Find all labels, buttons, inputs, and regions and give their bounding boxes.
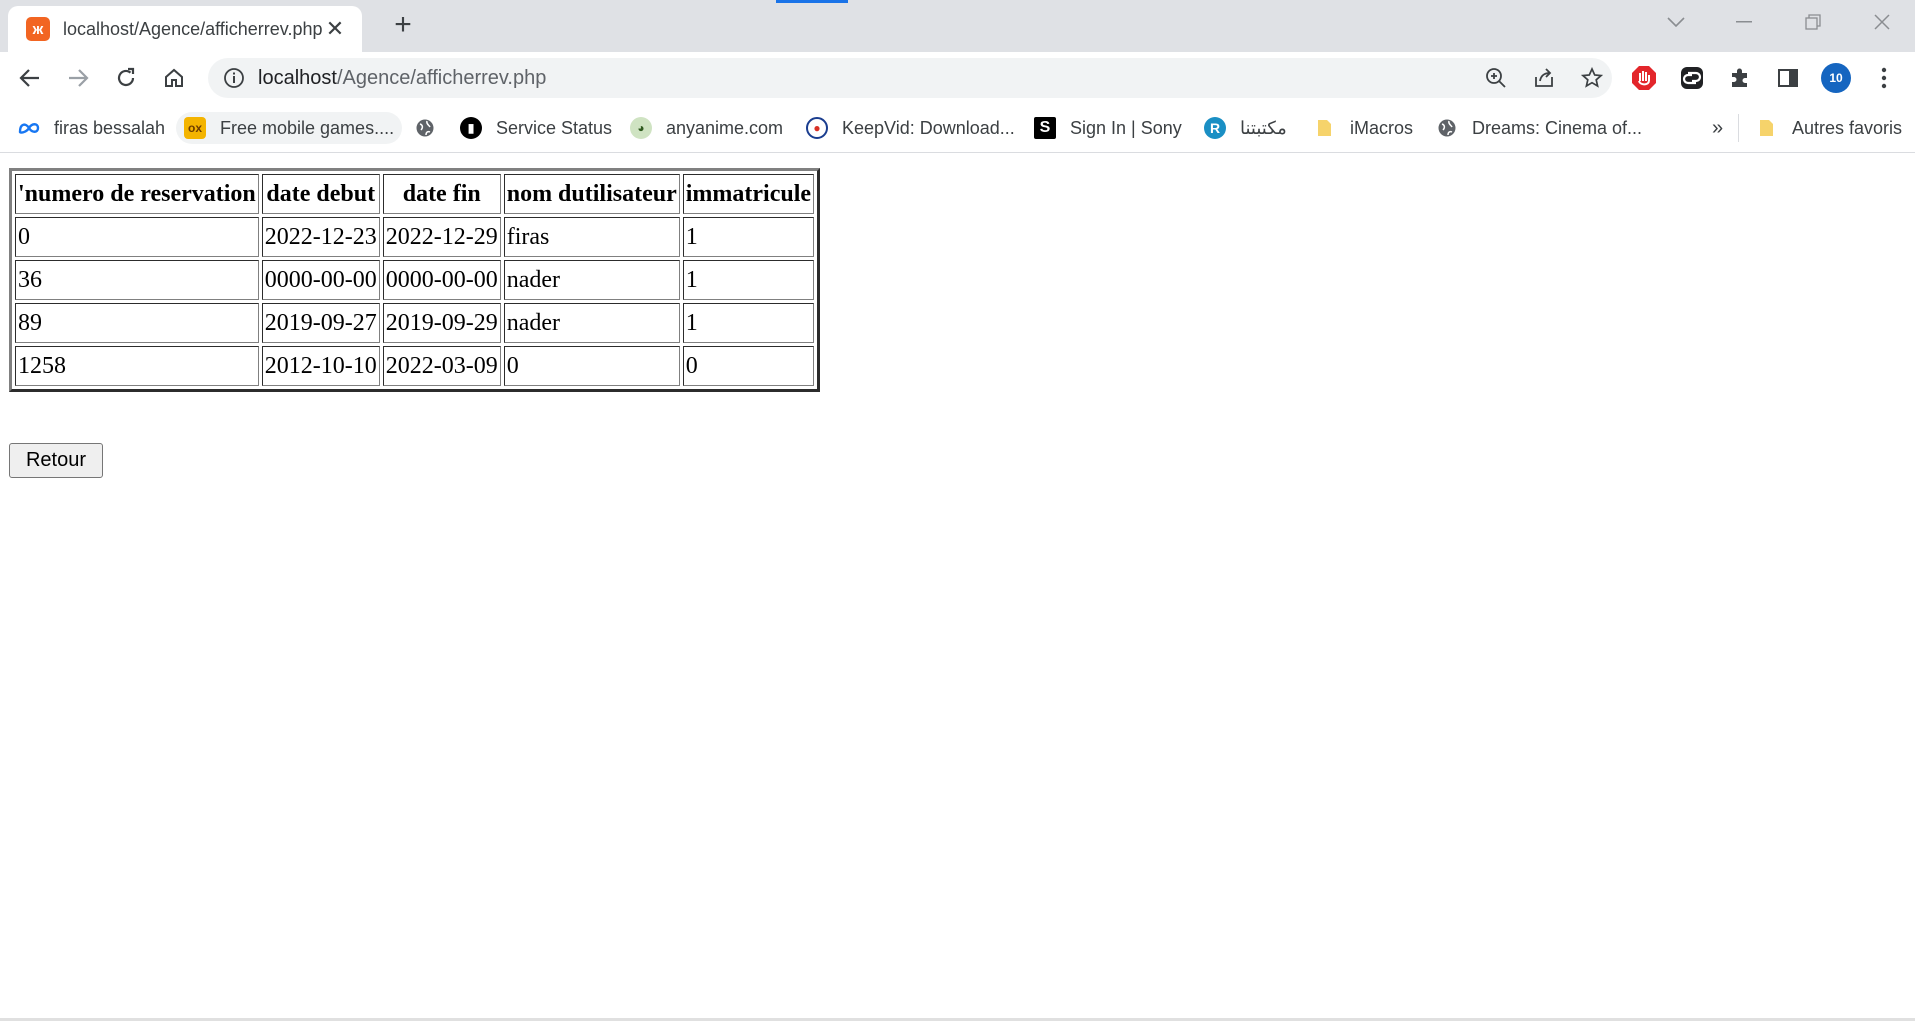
- column-header-reservation-number: 'numero de reservation: [15, 174, 259, 214]
- new-tab-button[interactable]: +: [387, 8, 419, 41]
- bookmark-label: Sign In | Sony: [1070, 117, 1182, 138]
- table-cell: 2022-12-29: [382, 217, 501, 257]
- column-header-registration: immatricule: [682, 174, 815, 214]
- table-cell: 2022-03-09: [382, 346, 501, 386]
- reload-icon[interactable]: [108, 60, 144, 96]
- profile-badge: 10: [1821, 63, 1851, 93]
- loading-indicator: [776, 0, 848, 3]
- bookmark-label: iMacros: [1350, 117, 1414, 138]
- address-bar[interactable]: localhost/Agence/afficherrev.php: [208, 58, 1612, 98]
- bookmark-label: Service Status: [496, 117, 613, 138]
- column-header-end-date: date fin: [382, 174, 501, 214]
- table-cell: firas: [503, 217, 680, 257]
- bookmark-free-mobile-games[interactable]: ox Free mobile games....: [176, 112, 403, 144]
- table-cell: 0: [682, 346, 815, 386]
- table-cell: 2019-09-27: [261, 303, 380, 343]
- browser-tab-active[interactable]: ж localhost/Agence/afficherrev.php ✕: [8, 6, 362, 52]
- bookmark-label: Dreams: Cinema of...: [1472, 117, 1643, 138]
- page-content: 'numero de reservation date debut date f…: [0, 153, 1915, 1019]
- bookmark-folder-imacros[interactable]: iMacros: [1314, 112, 1413, 144]
- bookmark-label: firas bessalah: [54, 117, 166, 138]
- bookmark-label: anyanime.com: [666, 117, 784, 138]
- profile-avatar[interactable]: 10: [1820, 62, 1852, 94]
- site-info-icon[interactable]: [222, 66, 246, 95]
- bookmark-label: Free mobile games....: [220, 117, 395, 138]
- bookmark-sony[interactable]: S Sign In | Sony: [1034, 112, 1182, 144]
- bookmarks-bar: firas bessalah ox Free mobile games.... …: [0, 104, 1915, 153]
- bookmark-dreams-cinema[interactable]: Dreams: Cinema of...: [1436, 112, 1642, 144]
- table-row: 1258 2012-10-10 2022-03-09 0 0: [15, 346, 815, 386]
- url-text[interactable]: localhost/Agence/afficherrev.php: [258, 67, 546, 90]
- meta-icon: [18, 117, 40, 139]
- forward-arrow-icon[interactable]: [60, 60, 96, 96]
- xampp-favicon-icon: ж: [26, 17, 50, 41]
- game-icon: ox: [184, 117, 206, 139]
- table-cell: 1258: [15, 346, 259, 386]
- table-header-row: 'numero de reservation date debut date f…: [15, 174, 815, 214]
- bookmark-firas-bessalah[interactable]: firas bessalah: [18, 112, 165, 144]
- share-icon[interactable]: [1532, 66, 1556, 90]
- service-icon: ▮: [460, 117, 482, 139]
- table-cell: 1: [682, 303, 815, 343]
- bookmark-maktabatuna[interactable]: R مكتبتنا: [1204, 112, 1287, 144]
- tab-search-chevron-icon[interactable]: [1653, 6, 1699, 38]
- bookmark-globe[interactable]: [414, 112, 436, 144]
- table-cell: 2019-09-29: [382, 303, 501, 343]
- table-cell: nader: [503, 303, 680, 343]
- side-panel-icon[interactable]: [1772, 62, 1804, 94]
- table-row: 0 2022-12-23 2022-12-29 firas 1: [15, 217, 815, 257]
- tab-close-icon[interactable]: ✕: [322, 16, 348, 42]
- url-host: localhost: [258, 67, 337, 89]
- table-cell: 1: [682, 217, 815, 257]
- tab-strip: ж localhost/Agence/afficherrev.php ✕ +: [0, 0, 1915, 52]
- sony-icon: S: [1034, 117, 1056, 139]
- adblock-extension-icon[interactable]: [1628, 62, 1660, 94]
- table-cell: 36: [15, 260, 259, 300]
- reservations-table: 'numero de reservation date debut date f…: [9, 168, 821, 392]
- keepvid-icon: ●: [806, 117, 828, 139]
- back-arrow-icon[interactable]: [12, 60, 48, 96]
- folder-icon: [1314, 117, 1336, 139]
- bookmark-star-icon[interactable]: [1580, 66, 1604, 90]
- menu-kebab-icon[interactable]: [1868, 62, 1900, 94]
- bookmarks-separator: [1738, 114, 1739, 142]
- anime-icon: ◕: [630, 117, 652, 139]
- table-cell: nader: [503, 260, 680, 300]
- globe-icon: [414, 117, 436, 139]
- url-path: /Agence/afficherrev.php: [336, 67, 547, 89]
- column-header-start-date: date debut: [261, 174, 380, 214]
- bookmark-label: KeepVid: Download...: [842, 117, 1015, 138]
- home-icon[interactable]: [156, 60, 192, 96]
- table-cell: 0000-00-00: [382, 260, 501, 300]
- bookmark-anyanime[interactable]: ◕ anyanime.com: [630, 112, 783, 144]
- extensions-puzzle-icon[interactable]: [1724, 62, 1756, 94]
- table-row: 36 0000-00-00 0000-00-00 nader 1: [15, 260, 815, 300]
- zoom-icon[interactable]: [1484, 66, 1508, 90]
- bookmark-label: مكتبتنا: [1240, 117, 1287, 138]
- table-cell: 0: [503, 346, 680, 386]
- globe-icon: [1436, 117, 1458, 139]
- bookmark-keepvid[interactable]: ● KeepVid: Download...: [806, 112, 1015, 144]
- table-cell: 0000-00-00: [261, 260, 380, 300]
- table-cell: 0: [15, 217, 259, 257]
- column-header-username: nom dutilisateur: [503, 174, 680, 214]
- table-cell: 89: [15, 303, 259, 343]
- other-bookmarks-label: Autres favoris: [1792, 117, 1903, 138]
- table-cell: 1: [682, 260, 815, 300]
- table-cell: 2012-10-10: [261, 346, 380, 386]
- restore-button[interactable]: [1790, 6, 1836, 38]
- minimize-button[interactable]: [1721, 6, 1767, 38]
- tab-title: localhost/Agence/afficherrev.php: [63, 18, 323, 39]
- retour-button[interactable]: Retour: [9, 443, 103, 478]
- table-cell: 2022-12-23: [261, 217, 380, 257]
- bookmark-other-favorites[interactable]: Autres favoris: [1756, 112, 1902, 144]
- close-window-button[interactable]: [1859, 6, 1905, 38]
- r-icon: R: [1204, 117, 1226, 139]
- table-row: 89 2019-09-27 2019-09-29 nader 1: [15, 303, 815, 343]
- link-extension-icon[interactable]: [1676, 62, 1708, 94]
- folder-icon: [1756, 117, 1778, 139]
- browser-toolbar: localhost/Agence/afficherrev.php 10: [0, 52, 1915, 104]
- bookmarks-overflow-chevron[interactable]: »: [1712, 112, 1723, 144]
- bookmark-service-status[interactable]: ▮ Service Status: [460, 112, 612, 144]
